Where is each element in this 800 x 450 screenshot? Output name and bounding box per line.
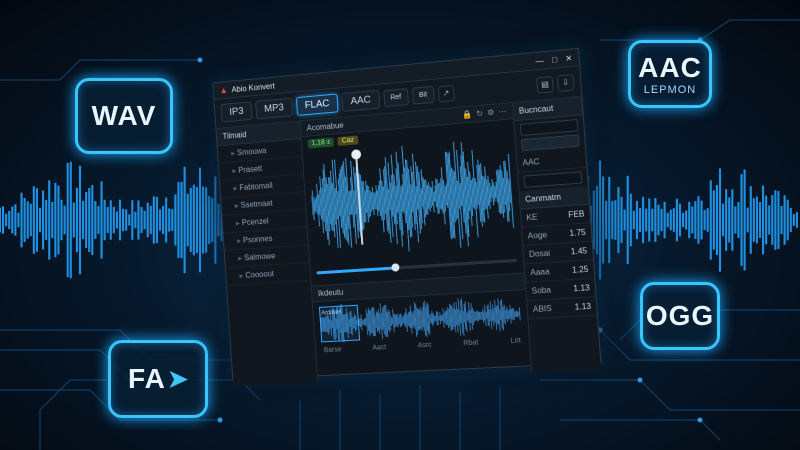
timeline-label: Aact	[372, 344, 387, 352]
setting-label: Aaaa	[530, 267, 550, 278]
selection-label: Ardiruel	[321, 309, 342, 317]
maximize-button[interactable]: □	[552, 55, 558, 65]
setting-value: 1.13	[574, 301, 592, 312]
setting-value: 1.13	[573, 283, 591, 294]
editor-title: Acomabue	[306, 120, 344, 133]
more-icon[interactable]: ⋯	[498, 107, 507, 117]
wav-badge: WAV	[75, 78, 173, 154]
fa-badge: FA ➤	[108, 340, 208, 418]
format-button[interactable]	[520, 134, 580, 152]
converter-window: ▲ Abio Konvert — □ ✕ IP3 MP3 FLAC AAC Re…	[212, 47, 602, 387]
setting-label: ABIS	[532, 303, 553, 315]
format-label: AAC	[522, 157, 540, 168]
quality-field[interactable]	[523, 171, 583, 188]
overview-waveform[interactable]: Ardiruel	[319, 293, 522, 344]
setting-value: 1.75	[569, 227, 587, 238]
setting-value: 1.25	[571, 264, 589, 275]
setting-row[interactable]: ABIS 1.13	[527, 297, 597, 320]
setting-value: FEB	[567, 209, 585, 220]
aac-label: AAC	[638, 52, 702, 83]
setting-label: Soba	[531, 285, 552, 296]
tab-ip3[interactable]: IP3	[220, 101, 253, 123]
share-icon[interactable]: ↗	[437, 84, 455, 102]
editor-panel: Acomabue 🔒 ↻ ⚙ ⋯ 1,18 ± Caz Ikdeutu Ardi…	[300, 102, 533, 383]
ogg-label: OGG	[645, 300, 715, 331]
selection-region[interactable]: Ardiruel	[318, 304, 361, 343]
tab-aac[interactable]: AAC	[341, 89, 381, 112]
fa-label: FA	[128, 363, 166, 394]
aac-badge: AAC LEPMON	[628, 40, 712, 108]
close-button[interactable]: ✕	[565, 53, 573, 63]
level-chip[interactable]: 1,18 ±	[307, 137, 335, 149]
timeline-label: Barse	[323, 346, 342, 355]
wav-label: WAV	[91, 100, 157, 131]
tab-mp3[interactable]: MP3	[255, 97, 293, 120]
scrub-handle[interactable]	[391, 262, 400, 272]
minimize-button[interactable]: —	[535, 56, 544, 66]
format-row: AAC	[516, 149, 587, 173]
tab-flac[interactable]: FLAC	[295, 93, 339, 116]
play-arrow-icon: ➤	[167, 365, 188, 393]
timeline-label: Asrc	[417, 341, 432, 350]
settings-icon[interactable]: ⚙	[487, 108, 495, 118]
export-icon[interactable]: ⇩	[556, 73, 575, 92]
refresh-icon[interactable]: ↻	[476, 109, 483, 119]
setting-label: Dosai	[528, 248, 551, 260]
channel-chip[interactable]: Caz	[337, 135, 359, 146]
window-title: Abio Konvert	[231, 81, 276, 94]
main-waveform[interactable]	[308, 135, 516, 260]
app-logo-icon: ▲	[219, 84, 229, 96]
timeline-label: Rbat	[463, 339, 479, 348]
tab-ref[interactable]: Ref	[382, 88, 409, 108]
tab-bit[interactable]: Bit	[411, 85, 435, 105]
overview-title: Ikdeutu	[317, 287, 344, 299]
layout-icon[interactable]: ▤	[536, 75, 554, 94]
timeline-label: Lot	[510, 337, 521, 345]
setting-value: 1.45	[570, 246, 588, 257]
ogg-badge: OGG	[640, 282, 720, 350]
aac-sublabel: LEPMON	[643, 84, 697, 96]
setting-label: KE	[526, 212, 538, 223]
setting-label: Aoge	[527, 230, 548, 241]
lock-icon[interactable]: 🔒	[462, 110, 473, 120]
window-controls: — □ ✕	[535, 53, 572, 66]
format-field[interactable]	[519, 118, 579, 137]
